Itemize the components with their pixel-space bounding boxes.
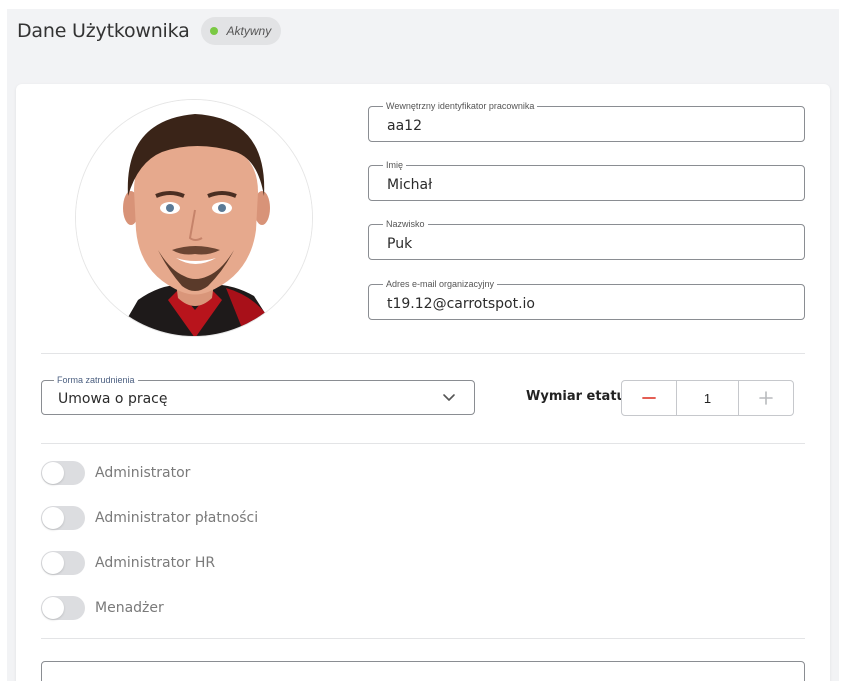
email-label: Adres e-mail organizacyjny [383, 278, 498, 290]
page-header: Dane Użytkownika Aktywny [17, 17, 282, 45]
status-dot-icon [209, 27, 218, 35]
section-divider [41, 443, 805, 444]
page-background: Dane Użytkownika Aktywny Wewnętrzny iden… [7, 9, 839, 681]
role-payments-admin-label: Administrator płatności [95, 510, 259, 526]
page-title: Dane Użytkownika [17, 20, 190, 42]
email-value: t19.12@carrotspot.io [387, 296, 535, 312]
decrement-button[interactable] [622, 381, 676, 415]
email-field[interactable]: Adres e-mail organizacyjny t19.12@carrot… [368, 278, 805, 320]
employment-type-label: Forma zatrudnienia [54, 374, 138, 386]
role-manager-toggle[interactable] [41, 596, 85, 620]
last-name-value: Puk [387, 236, 413, 252]
avatar[interactable] [75, 99, 313, 337]
next-field[interactable] [41, 661, 805, 681]
increment-button[interactable] [739, 381, 793, 415]
employee-id-value: aa12 [387, 118, 422, 134]
toggle-knob [42, 507, 64, 529]
role-payments-admin-toggle[interactable] [41, 506, 85, 530]
chevron-down-icon [443, 394, 455, 401]
last-name-field[interactable]: Nazwisko Puk [368, 218, 805, 260]
role-administrator-row: Administrator [41, 461, 190, 485]
employee-id-field[interactable]: Wewnętrzny identyfikator pracownika aa12 [368, 100, 805, 142]
role-administrator-toggle[interactable] [41, 461, 85, 485]
status-text: Aktywny [226, 24, 272, 38]
employee-id-label: Wewnętrzny identyfikator pracownika [383, 100, 538, 112]
workload-stepper: 1 [621, 380, 794, 416]
minus-icon [642, 397, 656, 399]
user-photo [76, 100, 312, 336]
employment-type-select[interactable]: Forma zatrudnienia Umowa o pracę [41, 374, 475, 415]
toggle-knob [42, 552, 64, 574]
toggle-knob [42, 462, 64, 484]
last-name-label: Nazwisko [383, 218, 428, 230]
plus-icon [759, 391, 773, 405]
workload-label: Wymiar etatu [526, 389, 626, 404]
toggle-knob [42, 597, 64, 619]
role-payments-admin-row: Administrator płatności [41, 506, 258, 530]
role-manager-label: Menadżer [95, 600, 164, 616]
role-hr-admin-label: Administrator HR [95, 555, 216, 571]
first-name-label: Imię [383, 159, 407, 171]
role-manager-row: Menadżer [41, 596, 164, 620]
section-divider [41, 353, 805, 354]
role-hr-admin-toggle[interactable] [41, 551, 85, 575]
role-hr-admin-row: Administrator HR [41, 551, 215, 575]
first-name-value: Michał [387, 177, 433, 193]
section-divider [41, 638, 805, 639]
first-name-field[interactable]: Imię Michał [368, 159, 805, 201]
employment-type-value: Umowa o pracę [58, 391, 168, 407]
status-badge: Aktywny [200, 17, 282, 45]
role-administrator-label: Administrator [95, 465, 191, 481]
workload-value[interactable]: 1 [676, 381, 739, 415]
user-details-card: Wewnętrzny identyfikator pracownika aa12… [16, 84, 830, 681]
